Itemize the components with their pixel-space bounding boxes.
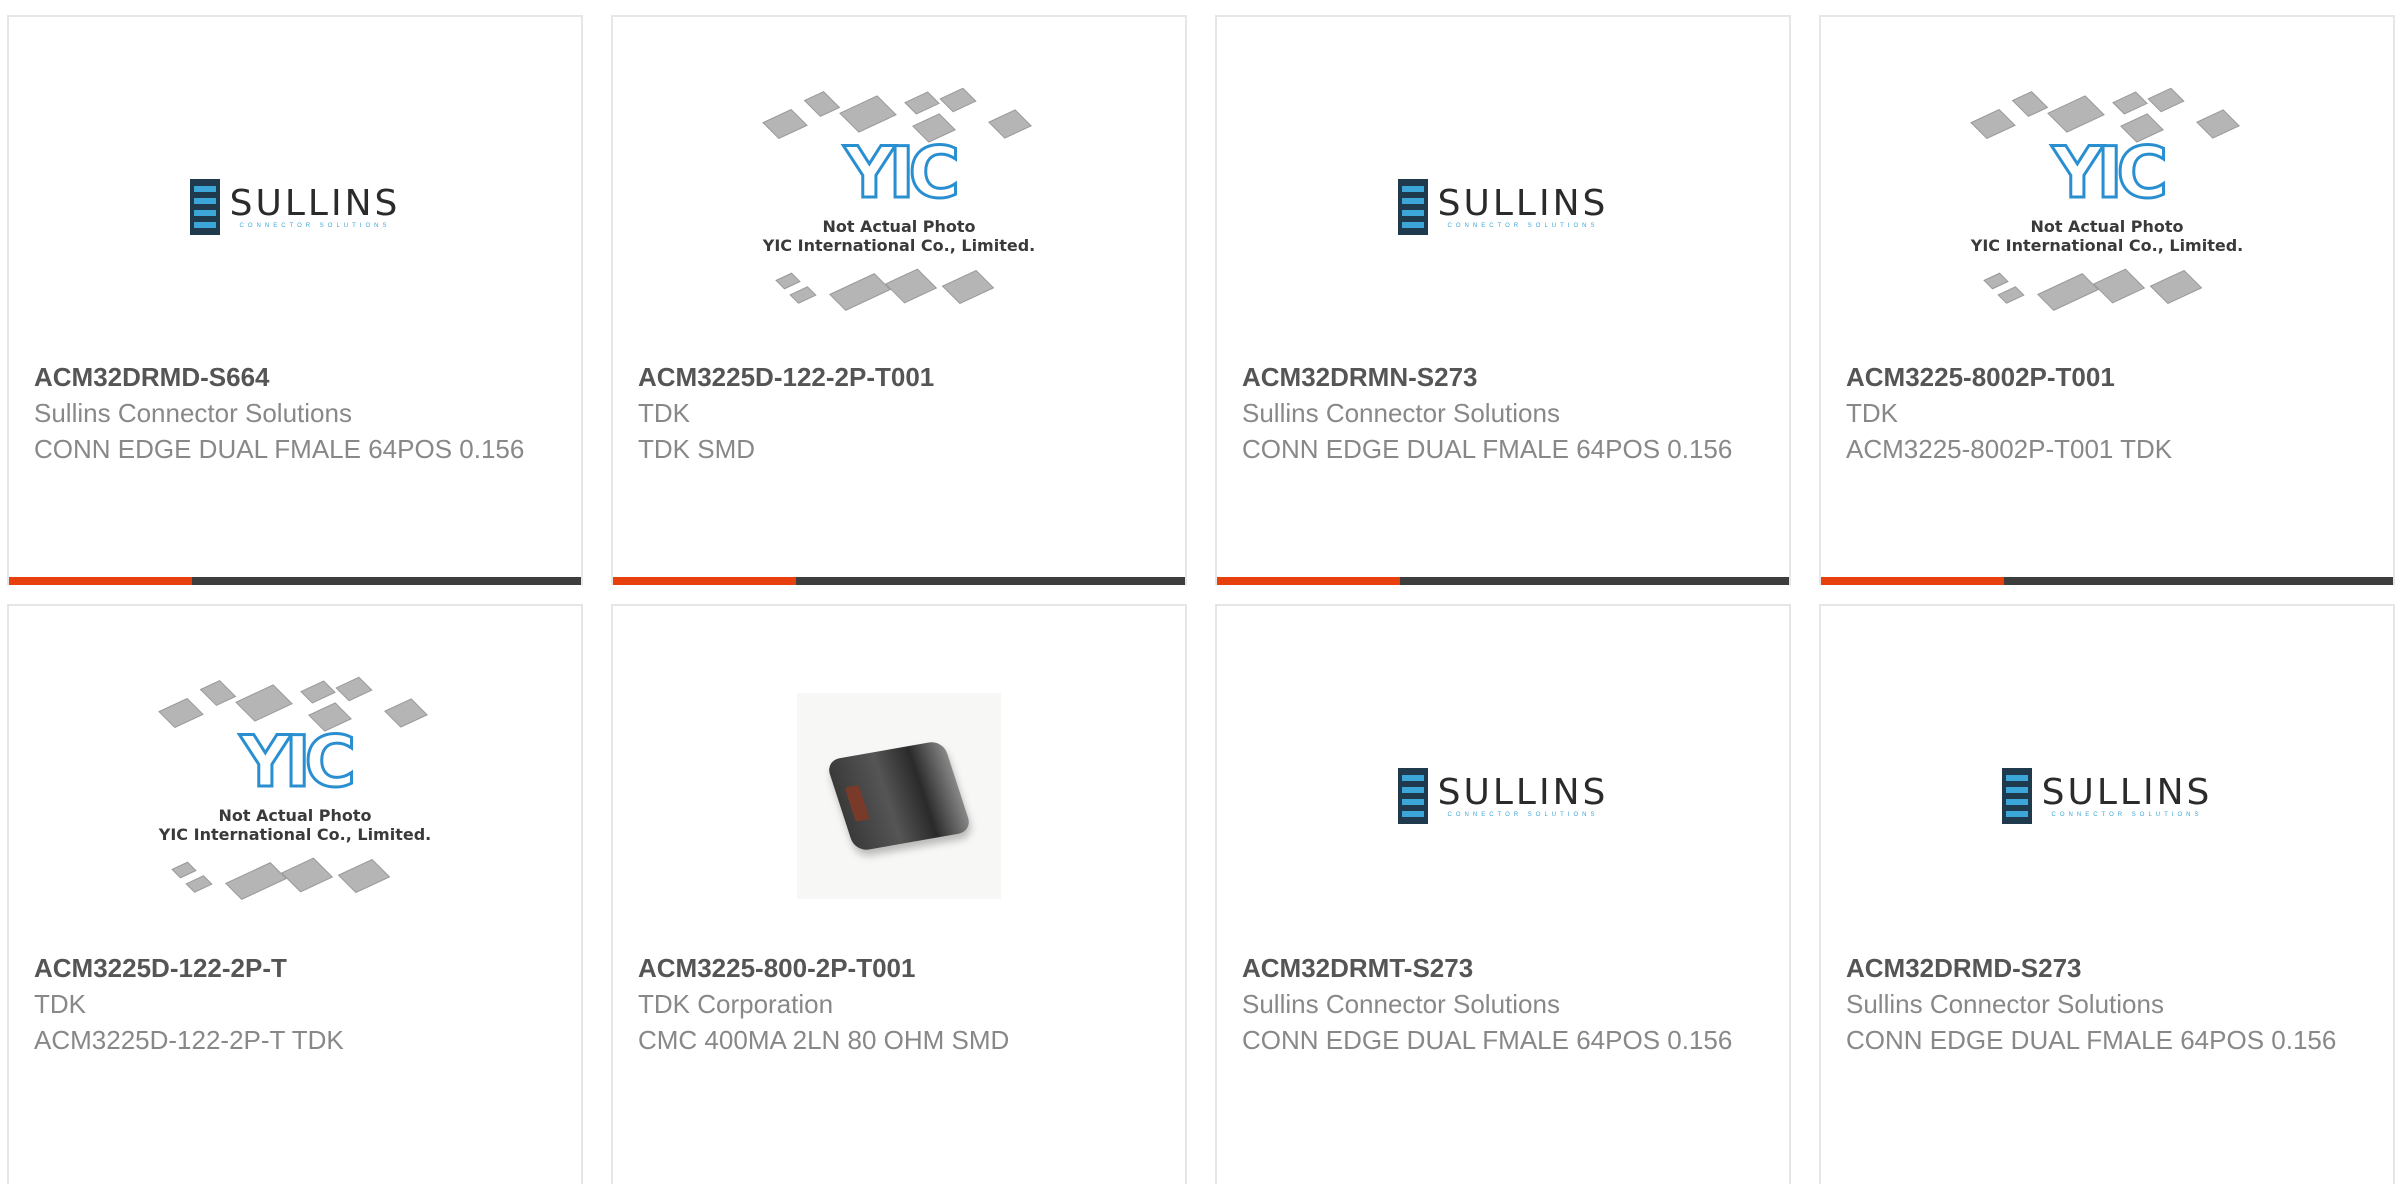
part-number-link[interactable]: ACM32DRMN-S273: [1242, 359, 1769, 395]
product-description: ACM3225D-122-2P-T TDK: [34, 1025, 344, 1055]
manufacturer-name: Sullins Connector Solutions: [1242, 398, 1560, 428]
sullins-logo-mark: [1397, 179, 1428, 235]
product-image[interactable]: [613, 646, 1185, 946]
sullins-logo-tagline: CONNECTOR SOLUTIONS: [239, 223, 391, 229]
manufacturer-name: TDK: [34, 989, 86, 1019]
sullins-logo-name: SULLINS: [1437, 772, 1609, 813]
yic-caption: Not Actual Photo: [822, 217, 976, 236]
product-image[interactable]: YIC Not Actual Photo YIC International C…: [613, 57, 1185, 357]
manufacturer-name: TDK: [638, 398, 690, 428]
component-photo: [797, 693, 1001, 899]
sullins-logo-tagline: CONNECTOR SOLUTIONS: [1447, 812, 1599, 818]
part-number-link[interactable]: ACM32DRMD-S273: [1846, 950, 2373, 986]
card-bottom-bar: [613, 577, 1185, 585]
product-description: CONN EDGE DUAL FMALE 64POS 0.156: [34, 434, 525, 464]
manufacturer-name: Sullins Connector Solutions: [1242, 989, 1560, 1019]
product-card[interactable]: YIC Not Actual Photo YIC International C…: [1819, 15, 2395, 585]
part-number-link[interactable]: ACM3225D-122-2P-T: [34, 950, 561, 986]
yic-placeholder-image: YIC Not Actual Photo YIC International C…: [155, 676, 435, 914]
sullins-logo-tagline: CONNECTOR SOLUTIONS: [2051, 812, 2203, 818]
sullins-logo: SULLINS CONNECTOR SOLUTIONS: [2001, 768, 2213, 824]
yic-logo: YIC: [238, 720, 357, 805]
product-description: CONN EDGE DUAL FMALE 64POS 0.156: [1846, 1025, 2337, 1055]
manufacturer-name: Sullins Connector Solutions: [1846, 989, 2164, 1019]
sullins-logo-name: SULLINS: [229, 183, 401, 224]
yic-placeholder-image: YIC Not Actual Photo YIC International C…: [1967, 87, 2247, 325]
product-card[interactable]: ACM3225-800-2P-T001 TDK Corporation CMC …: [611, 604, 1187, 1184]
product-description: ACM3225-8002P-T001 TDK: [1846, 434, 2173, 464]
product-card[interactable]: SULLINS CONNECTOR SOLUTIONS ACM32DRMT-S2…: [1215, 604, 1791, 1184]
part-number-link[interactable]: ACM32DRMD-S664: [34, 359, 561, 395]
yic-company: YIC International Co., Limited.: [1970, 236, 2244, 255]
yic-logo: YIC: [2050, 131, 2169, 216]
yic-company: YIC International Co., Limited.: [158, 825, 432, 844]
yic-caption: Not Actual Photo: [218, 806, 372, 825]
product-image[interactable]: YIC Not Actual Photo YIC International C…: [1821, 57, 2393, 357]
common-mode-choke-image: [825, 740, 973, 852]
product-card[interactable]: YIC Not Actual Photo YIC International C…: [611, 15, 1187, 585]
product-card[interactable]: SULLINS CONNECTOR SOLUTIONS ACM32DRMD-S2…: [1819, 604, 2395, 1184]
yic-company: YIC International Co., Limited.: [762, 236, 1036, 255]
product-card[interactable]: YIC Not Actual Photo YIC International C…: [7, 604, 583, 1184]
yic-placeholder-image: YIC Not Actual Photo YIC International C…: [759, 87, 1039, 325]
product-image[interactable]: SULLINS CONNECTOR SOLUTIONS: [1217, 57, 1789, 357]
yic-caption: Not Actual Photo: [2030, 217, 2184, 236]
part-number-link[interactable]: ACM3225-800-2P-T001: [638, 950, 1165, 986]
product-card[interactable]: SULLINS CONNECTOR SOLUTIONS ACM32DRMD-S6…: [7, 15, 583, 585]
product-image[interactable]: SULLINS CONNECTOR SOLUTIONS: [9, 57, 581, 357]
yic-logo: YIC: [842, 131, 961, 216]
sullins-logo: SULLINS CONNECTOR SOLUTIONS: [1397, 179, 1609, 235]
part-number-link[interactable]: ACM32DRMT-S273: [1242, 950, 1769, 986]
product-image[interactable]: SULLINS CONNECTOR SOLUTIONS: [1217, 646, 1789, 946]
sullins-logo-tagline: CONNECTOR SOLUTIONS: [1447, 223, 1599, 229]
manufacturer-name: TDK Corporation: [638, 989, 834, 1019]
product-image[interactable]: YIC Not Actual Photo YIC International C…: [9, 646, 581, 946]
product-description: TDK SMD: [638, 434, 755, 464]
sullins-logo-mark: [189, 179, 220, 235]
sullins-logo: SULLINS CONNECTOR SOLUTIONS: [189, 179, 401, 235]
sullins-logo-mark: [2001, 768, 2032, 824]
product-description: CMC 400MA 2LN 80 OHM SMD: [638, 1025, 1010, 1055]
sullins-logo: SULLINS CONNECTOR SOLUTIONS: [1397, 768, 1609, 824]
product-description: CONN EDGE DUAL FMALE 64POS 0.156: [1242, 434, 1733, 464]
manufacturer-name: Sullins Connector Solutions: [34, 398, 352, 428]
product-image[interactable]: SULLINS CONNECTOR SOLUTIONS: [1821, 646, 2393, 946]
product-description: CONN EDGE DUAL FMALE 64POS 0.156: [1242, 1025, 1733, 1055]
sullins-logo-mark: [1397, 768, 1428, 824]
manufacturer-name: TDK: [1846, 398, 1898, 428]
sullins-logo-name: SULLINS: [1437, 183, 1609, 224]
card-bottom-bar: [1217, 577, 1789, 585]
part-number-link[interactable]: ACM3225D-122-2P-T001: [638, 359, 1165, 395]
card-bottom-bar: [1821, 577, 2393, 585]
card-bottom-bar: [9, 577, 581, 585]
part-number-link[interactable]: ACM3225-8002P-T001: [1846, 359, 2373, 395]
sullins-logo-name: SULLINS: [2041, 772, 2213, 813]
product-card[interactable]: SULLINS CONNECTOR SOLUTIONS ACM32DRMN-S2…: [1215, 15, 1791, 585]
